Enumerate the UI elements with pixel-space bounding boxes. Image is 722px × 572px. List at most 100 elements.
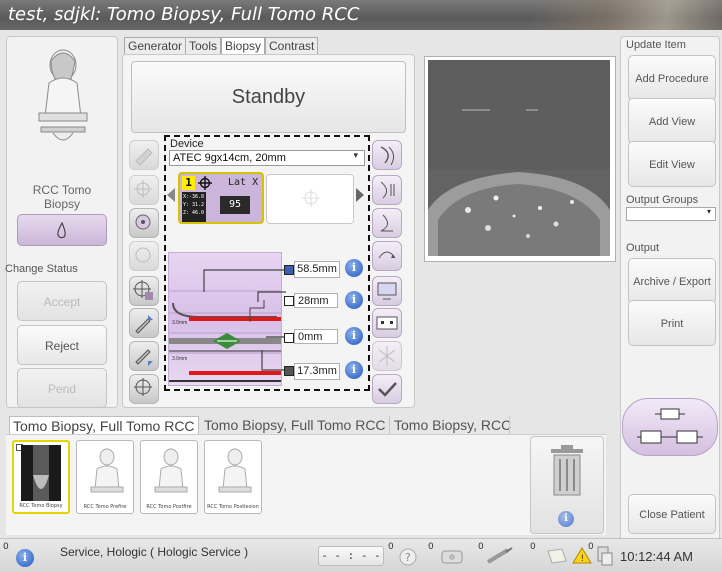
side-tool-7[interactable] [129,341,159,371]
title-bar: test, sdjkl: Tomo Biopsy, Full Tomo RCC [0,0,722,30]
info-button-2[interactable]: i [345,291,363,309]
marker-3 [284,333,294,343]
device-select[interactable]: ATEC 9gx14cm, 20mm ▾ [169,150,365,166]
compression-icon [380,181,395,199]
prev-target-arrow-icon[interactable] [165,186,177,204]
target-slot-empty[interactable] [266,174,354,224]
side-tool-5[interactable] [129,276,159,306]
status-count-6: 0 [588,542,594,552]
breast-placeholder-icon [218,448,252,493]
accept-button[interactable]: Accept [17,281,107,321]
thumbnail-2[interactable]: RCC Tomo Prefire [76,440,134,514]
status-count-3: 0 [428,542,434,552]
trash-icon [551,445,583,496]
thumbnail-4-label: RCC Tomo Postlesion [207,504,259,510]
close-patient-button[interactable]: Close Patient [628,494,716,534]
archive-export-button[interactable]: Archive / Export [628,258,716,304]
breast-curve-icon [380,146,395,166]
side-tool-8[interactable] [129,374,159,404]
side-tool-6[interactable] [129,308,159,338]
procedure-tab-2[interactable]: Tomo Biopsy, Full Tomo RCC [201,416,389,435]
side-right-tool-8[interactable] [372,374,402,404]
view-icon-button[interactable] [17,214,107,246]
pend-button[interactable]: Pend [17,368,107,408]
tab-divider-2 [509,416,510,434]
marker-2 [284,296,294,306]
thumbnail-1[interactable]: RCC Tomo Biopsy [12,440,70,514]
network-icon[interactable] [594,545,616,567]
help-icon[interactable]: ? [398,547,418,567]
side-right-tool-3[interactable] [372,208,402,238]
crosshair-faded-icon [302,189,320,207]
status-count-5: 0 [530,542,536,552]
side-tool-2[interactable] [129,175,159,205]
output-groups-label: Output Groups [626,194,699,206]
checkmark-icon [378,382,397,397]
target-x-icon [134,180,152,198]
device-select-value: ATEC 9gx14cm, 20mm [173,152,286,164]
update-item-label: Update Item [626,39,686,51]
thumbnail-1-label: RCC Tomo Biopsy [19,503,63,509]
swap-views-icon [637,408,703,444]
swap-views-button[interactable] [622,398,718,456]
output-label: Output [626,242,660,254]
target-trash-icon [133,280,153,300]
status-text: Standby [231,86,306,108]
output-groups-select[interactable]: ▾ [626,207,716,221]
next-target-arrow-icon[interactable] [354,186,366,204]
procedure-tab-3-label: Tomo Biopsy, RCC [394,417,512,433]
edit-view-button[interactable]: Edit View [628,141,716,187]
thumbnail-3[interactable]: RCC Tomo Postfire [140,440,198,514]
side-right-tool-5[interactable] [372,276,402,306]
tab-generator[interactable]: Generator [124,37,187,54]
left-panel: RCC Tomo Biopsy Change Status Accept Rej… [5,36,118,408]
tab-contrast[interactable]: Contrast [265,37,319,54]
gantry-icon[interactable] [440,545,464,567]
status-count-2: 0 [388,542,394,552]
target-card[interactable]: 1 Lat X X:-36.8 Y: 31.2 Z: 46.0 95 [178,172,264,224]
info-button-4[interactable]: i [345,361,363,379]
syringe-icon[interactable] [486,546,514,566]
status-info-button[interactable]: i [16,549,34,567]
side-right-tool-4[interactable] [372,241,402,271]
reject-button[interactable]: Reject [17,325,107,365]
timer-display: - - : - - [318,546,384,566]
side-right-tool-7[interactable] [372,341,402,371]
tab-biopsy[interactable]: Biopsy [221,37,266,54]
print-button[interactable]: Print [628,300,716,346]
side-right-tool-2[interactable] [372,175,402,205]
thumbnail-4[interactable]: RCC Tomo Postlesion [204,440,262,514]
procedure-tab-2-label: Tomo Biopsy, Full Tomo RCC [204,417,386,433]
side-tool-1[interactable] [129,140,159,170]
target-delete-icon [135,247,151,263]
measurement-2: 28mm [294,293,338,308]
info-button-3[interactable]: i [345,327,363,345]
note-icon[interactable] [546,547,568,565]
image-viewer[interactable] [424,56,616,262]
change-status-label: Change Status [5,263,78,275]
procedure-tab-1-label: Tomo Biopsy, Full Tomo RCC [13,418,195,434]
chevron-down-icon: ▾ [706,207,711,216]
xray-image [428,60,610,256]
breast-outline-icon [380,214,393,232]
needle-down-icon [135,349,153,366]
side-tool-3[interactable] [129,208,159,238]
info-button-1[interactable]: i [345,259,363,277]
target-coords: X:-36.8 Y: 31.2 Z: 46.0 [182,192,206,222]
thumbnail-3-label: RCC Tomo Postfire [146,504,192,510]
trash-info-button[interactable]: i [558,511,574,527]
add-view-button[interactable]: Add View [628,98,716,144]
side-right-tool-6[interactable] [372,308,402,338]
tab-tools[interactable]: Tools [185,37,222,54]
add-procedure-button[interactable]: Add Procedure [628,55,716,101]
trash-button[interactable]: i [530,436,604,534]
procedure-tab-3[interactable]: Tomo Biopsy, RCC [391,416,514,435]
needle-up-icon [135,315,153,334]
measurement-1: 58.5mm [294,261,340,278]
measurement-3: 0mm [294,329,338,344]
procedure-tab-1[interactable]: Tomo Biopsy, Full Tomo RCC [9,416,199,436]
side-tool-4[interactable] [129,241,159,271]
target-lesion-icon [135,214,151,230]
side-right-tool-1[interactable] [372,140,402,170]
svg-text:!: ! [581,554,585,564]
